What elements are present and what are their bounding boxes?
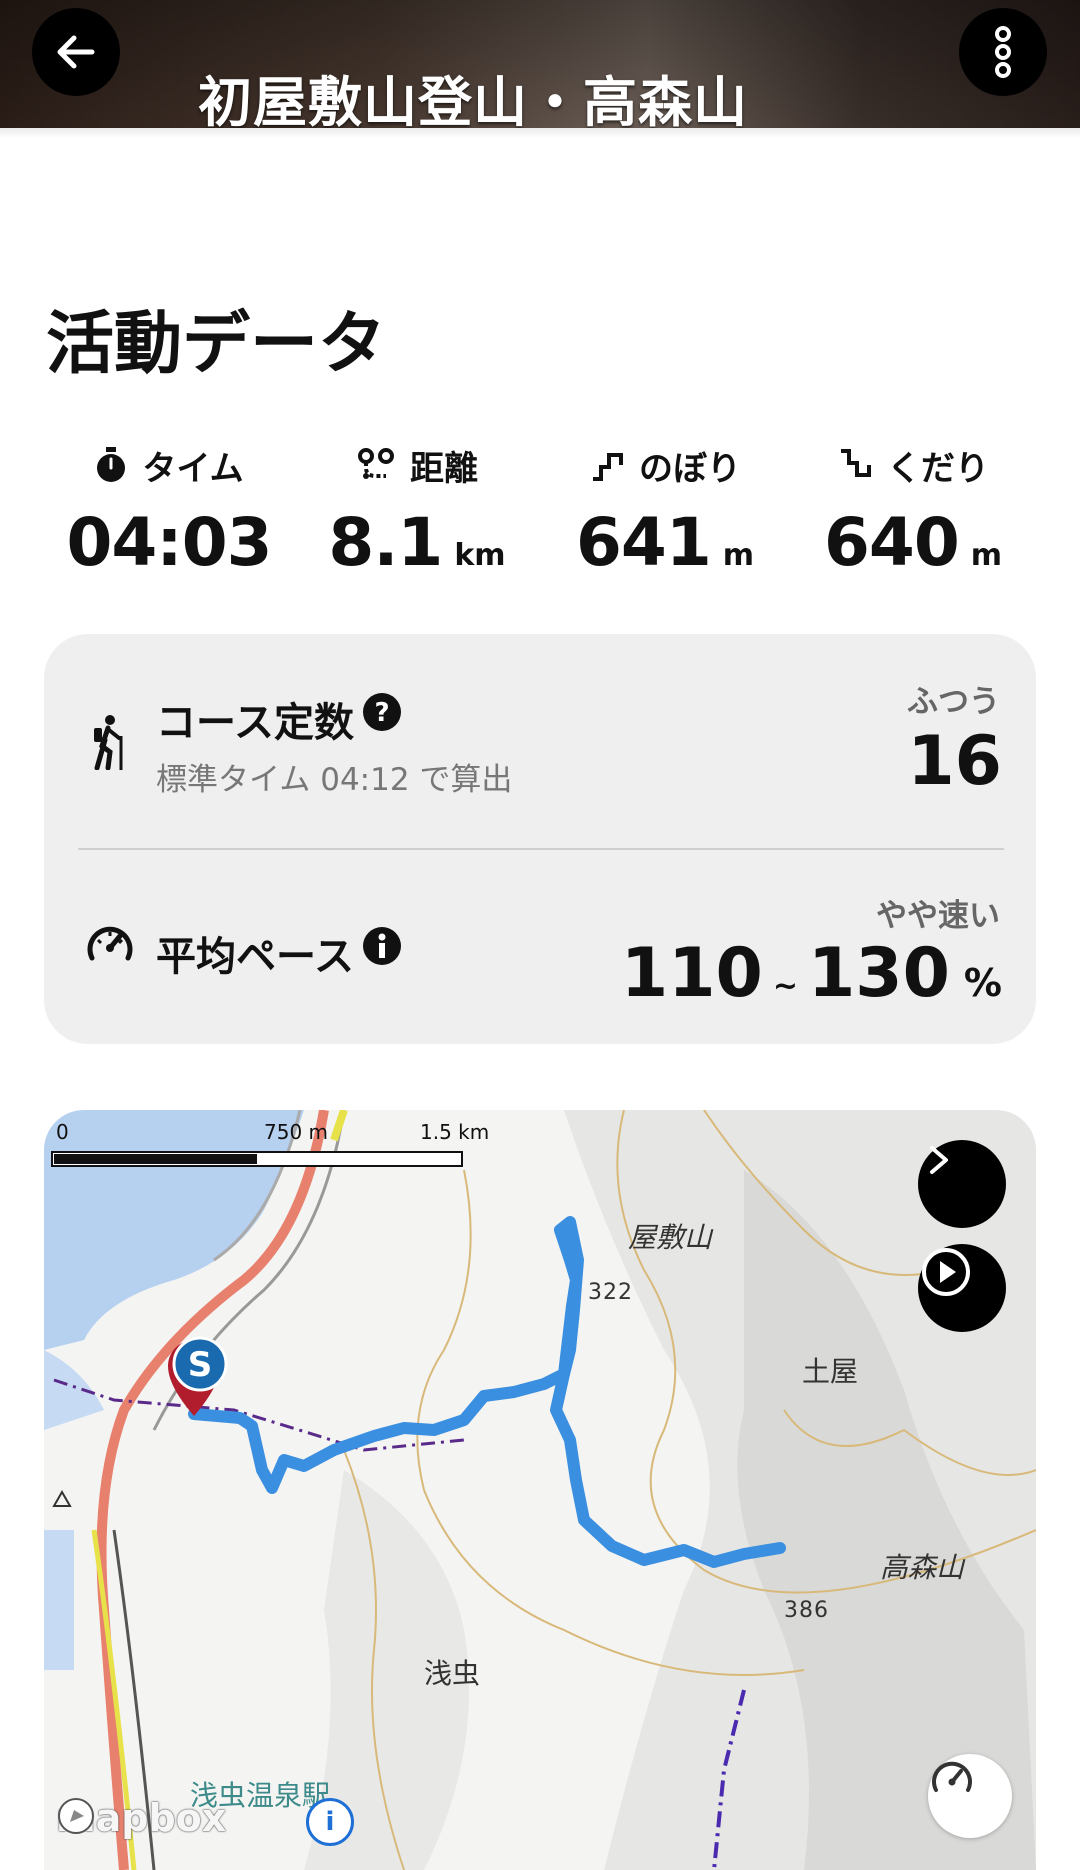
pace-max: 130 — [807, 934, 950, 1013]
place-label: 高森山 — [880, 1551, 965, 1584]
pace-label: 平均ペース — [156, 934, 354, 980]
pace-overlay-button[interactable] — [928, 1754, 1012, 1838]
map-canvas: S — [44, 1110, 1036, 1870]
page-title: 初屋敷山登山・高森山 — [198, 71, 748, 128]
pace-rating: やや速い — [876, 898, 1000, 934]
info-circle-icon[interactable] — [362, 926, 402, 966]
stat-label: タイム — [142, 448, 244, 489]
stat-label: くだり — [887, 448, 989, 489]
section-title: 活動データ — [46, 305, 387, 384]
header-bar: 初屋敷山登山・高森山 — [0, 0, 1080, 128]
stat-ascent: のぼり 641 m — [540, 440, 790, 582]
next-button[interactable] — [918, 1140, 1006, 1228]
scale-label-end: 1.5 km — [420, 1120, 490, 1144]
arrow-left-icon — [57, 35, 95, 69]
pace-unit: % — [963, 961, 1002, 1005]
card-divider — [78, 848, 1004, 850]
play-circle-icon — [922, 1248, 970, 1296]
mapbox-mark-icon — [58, 1798, 94, 1834]
speedometer-icon — [87, 926, 133, 961]
place-label: 浅虫 — [424, 1657, 481, 1690]
course-rating: ふつう — [907, 684, 1000, 720]
info-icon: i — [325, 1807, 335, 1837]
route-distance-icon — [358, 448, 394, 479]
svg-text:?: ? — [374, 698, 389, 728]
stat-time: タイム 04:03 — [44, 440, 294, 581]
pace-range: 110 ~ 130 % — [621, 934, 1002, 1013]
stat-label: 距離 — [410, 448, 478, 489]
pace-separator: ~ — [772, 969, 798, 1004]
stat-value: 8.1 — [328, 504, 443, 581]
chevron-right-icon — [930, 1146, 948, 1174]
place-label: 屋敷山 — [628, 1221, 713, 1254]
elevation-label: 322 — [588, 1280, 633, 1305]
stopwatch-icon — [97, 447, 126, 482]
stat-unit: m — [722, 538, 755, 573]
playback-button[interactable] — [918, 1244, 1006, 1332]
stat-distance: 距離 8.1 km — [292, 440, 542, 581]
speedometer-icon — [932, 1761, 972, 1792]
stat-unit: km — [454, 538, 506, 573]
more-menu-button[interactable] — [959, 8, 1047, 96]
stat-label: のぼり — [639, 448, 741, 489]
descent-icon — [841, 449, 871, 477]
stat-descent: くだり 640 m — [788, 440, 1038, 582]
stat-unit: m — [970, 538, 1003, 573]
attribution-info-button[interactable]: i — [306, 1798, 354, 1846]
pace-min: 110 — [620, 934, 763, 1013]
scale-label-start: 0 — [56, 1120, 69, 1144]
stat-value: 04:03 — [66, 504, 272, 581]
metrics-card: コース定数 ? 標準タイム 04:12 で算出 ふつう 16 平均ペース やや速… — [44, 634, 1036, 1044]
header-shadow — [0, 128, 1080, 138]
route-map[interactable]: S 0 750 m 1.5 km 屋敷山 322 土屋 高森山 386 浅虫 浅… — [44, 1110, 1036, 1870]
elevation-label: 386 — [784, 1598, 829, 1623]
ascent-icon — [593, 453, 623, 481]
more-vertical-icon — [995, 26, 1011, 78]
stat-value: 641 — [575, 504, 712, 581]
question-circle-icon[interactable]: ? — [362, 692, 402, 732]
course-value: 16 — [907, 722, 1002, 801]
course-sub: 標準タイム 04:12 で算出 — [156, 762, 513, 798]
mapbox-logo: mapbox — [56, 1796, 226, 1840]
place-label: 土屋 — [802, 1355, 859, 1388]
stat-value: 640 — [823, 504, 960, 581]
back-button[interactable] — [32, 8, 120, 96]
scale-label-mid: 750 m — [264, 1120, 329, 1144]
start-marker-label: S — [188, 1345, 213, 1385]
hiker-icon — [94, 715, 123, 770]
course-label: コース定数 — [156, 700, 354, 746]
